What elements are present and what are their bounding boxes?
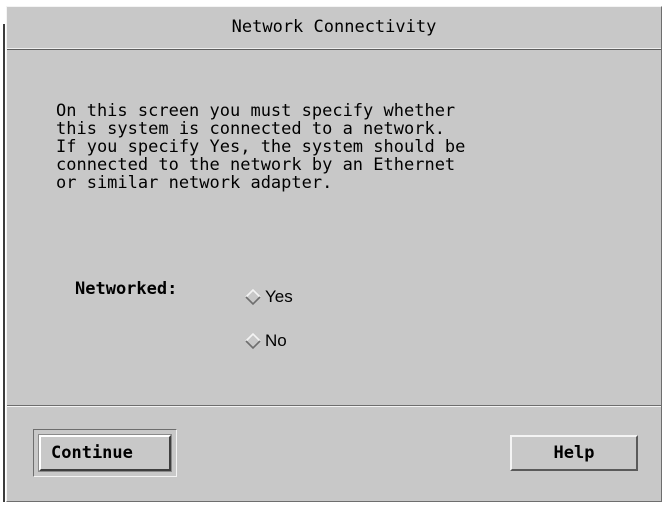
radio-no-label: No [265, 331, 287, 350]
dialog-title: Network Connectivity [231, 17, 437, 37]
button-area-separator [7, 405, 661, 407]
diamond-radio-icon [243, 331, 263, 351]
networked-label: Networked: [75, 279, 178, 299]
diamond-radio-icon [243, 287, 263, 307]
network-connectivity-dialog: Network Connectivity On this screen you … [6, 6, 662, 502]
radio-yes-label: Yes [265, 287, 293, 306]
radio-yes[interactable]: Yes [243, 287, 293, 307]
dialog-titlebar: Network Connectivity [7, 7, 661, 50]
help-button[interactable]: Help [510, 435, 638, 471]
radio-no[interactable]: No [243, 331, 287, 351]
continue-button[interactable]: Continue [38, 434, 172, 472]
dialog-description: On this screen you must specify whether … [56, 101, 466, 193]
